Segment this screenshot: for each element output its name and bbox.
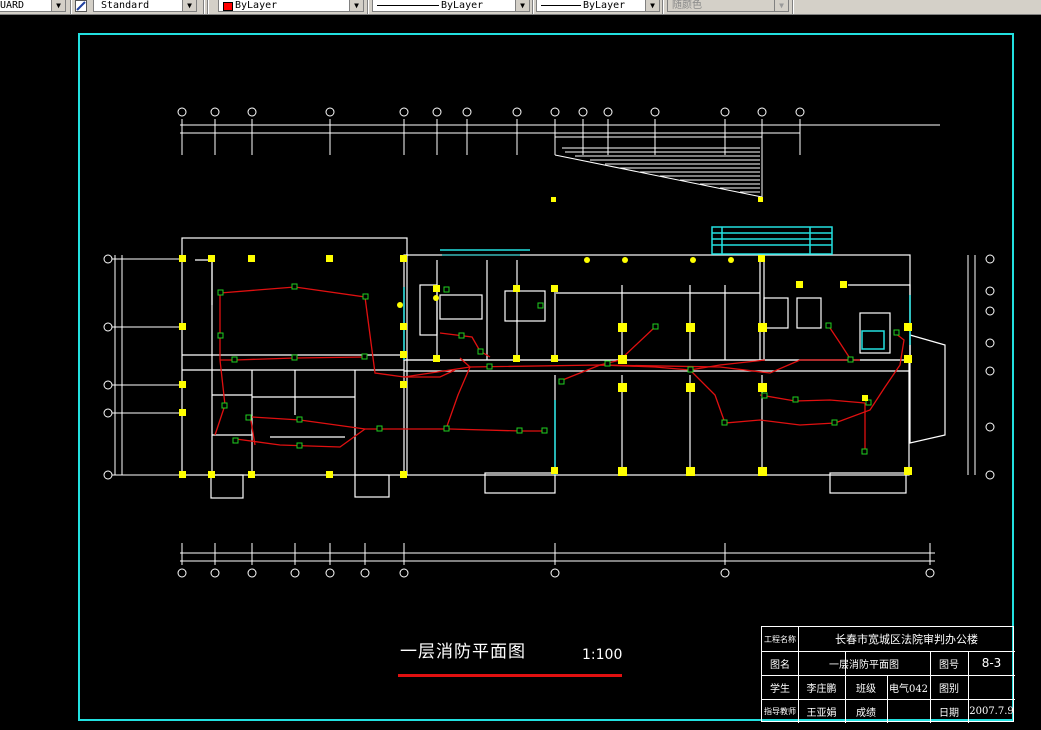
date-value: 2007.7.9 bbox=[969, 705, 1014, 717]
chevron-down-icon[interactable]: ▼ bbox=[51, 0, 65, 11]
toolbar-separator bbox=[792, 0, 794, 14]
student-label: 学生 bbox=[770, 683, 790, 695]
drawing-name-label: 图名 bbox=[770, 659, 790, 671]
plotstyle-value: 随颜色 bbox=[672, 0, 702, 11]
class-value: 电气042 bbox=[888, 683, 929, 695]
toolbar-separator bbox=[662, 0, 664, 14]
building-walls bbox=[181, 237, 946, 499]
textstyle-value: Standard bbox=[101, 0, 150, 11]
model-space-canvas[interactable]: 一层消防平面图 1:100 工程名称 长春市宽城区法院审判办公楼 图名 一层消防… bbox=[0, 15, 1041, 730]
drawing-scale: 1:100 bbox=[582, 647, 623, 663]
number-value: 8-3 bbox=[981, 656, 1002, 670]
project-label: 工程名称 bbox=[764, 634, 796, 644]
bottom-dimension-chain bbox=[177, 543, 935, 578]
linetype-preview-line bbox=[377, 5, 439, 6]
floor-plan-drawing[interactable] bbox=[0, 15, 1041, 730]
grade-value bbox=[887, 699, 930, 723]
title-block: 工程名称 长春市宽城区法院审判办公楼 图名 一层消防平面图 图号 8-3 学生 … bbox=[761, 626, 1015, 723]
teacher-label: 指导教师 bbox=[764, 706, 796, 716]
lineweight-preview-line bbox=[541, 5, 581, 6]
title-underline bbox=[398, 674, 622, 677]
plotstyle-dropdown[interactable]: 随颜色 ▼ bbox=[667, 0, 789, 12]
properties-toolbar: UARD ▼ Standard ▼ ByLayer ▼ ByLayer ▼ By… bbox=[0, 0, 1041, 15]
left-dimension-chain bbox=[103, 254, 180, 480]
dimstyle-value: UARD bbox=[0, 0, 25, 11]
toolbar-separator bbox=[367, 0, 369, 14]
entrance-steps bbox=[554, 136, 763, 198]
drawing-title: 一层消防平面图 bbox=[400, 642, 526, 662]
chevron-down-icon[interactable]: ▼ bbox=[774, 0, 788, 11]
toolbar-separator bbox=[207, 0, 209, 14]
chevron-down-icon[interactable]: ▼ bbox=[645, 0, 659, 11]
linetype-dropdown[interactable]: ByLayer ▼ bbox=[372, 0, 530, 12]
red-swatch-icon bbox=[223, 2, 233, 11]
color-dropdown[interactable]: ByLayer ▼ bbox=[218, 0, 364, 12]
student-name: 李庄鹏 bbox=[806, 683, 837, 695]
sheet-label: 图别 bbox=[939, 683, 959, 695]
textstyle-dropdown[interactable]: Standard ▼ bbox=[93, 0, 197, 12]
toolbar-separator bbox=[203, 0, 205, 14]
linetype-value: ByLayer bbox=[441, 0, 484, 11]
teacher-name: 王亚娟 bbox=[806, 707, 837, 719]
top-axis-bubbles bbox=[177, 107, 805, 117]
color-value: ByLayer bbox=[235, 0, 278, 11]
grade-label: 成绩 bbox=[856, 707, 876, 719]
chevron-down-icon[interactable]: ▼ bbox=[182, 0, 196, 11]
text-style-icon[interactable] bbox=[75, 0, 87, 12]
number-label: 图号 bbox=[939, 659, 959, 671]
project-name: 长春市宽城区法院审判办公楼 bbox=[835, 633, 978, 646]
right-dimension-chain bbox=[967, 254, 995, 480]
toolbar-separator bbox=[532, 0, 534, 14]
date-label: 日期 bbox=[939, 707, 959, 719]
sheet-value bbox=[968, 675, 1015, 699]
lineweight-value: ByLayer bbox=[583, 0, 626, 11]
chevron-down-icon[interactable]: ▼ bbox=[515, 0, 529, 11]
lineweight-dropdown[interactable]: ByLayer ▼ bbox=[536, 0, 660, 12]
drawing-name: 一层消防平面图 bbox=[829, 659, 899, 671]
toolbar-separator bbox=[70, 0, 72, 14]
chevron-down-icon[interactable]: ▼ bbox=[349, 0, 363, 11]
class-label: 班级 bbox=[856, 683, 876, 695]
dimstyle-dropdown[interactable]: UARD ▼ bbox=[0, 0, 66, 12]
